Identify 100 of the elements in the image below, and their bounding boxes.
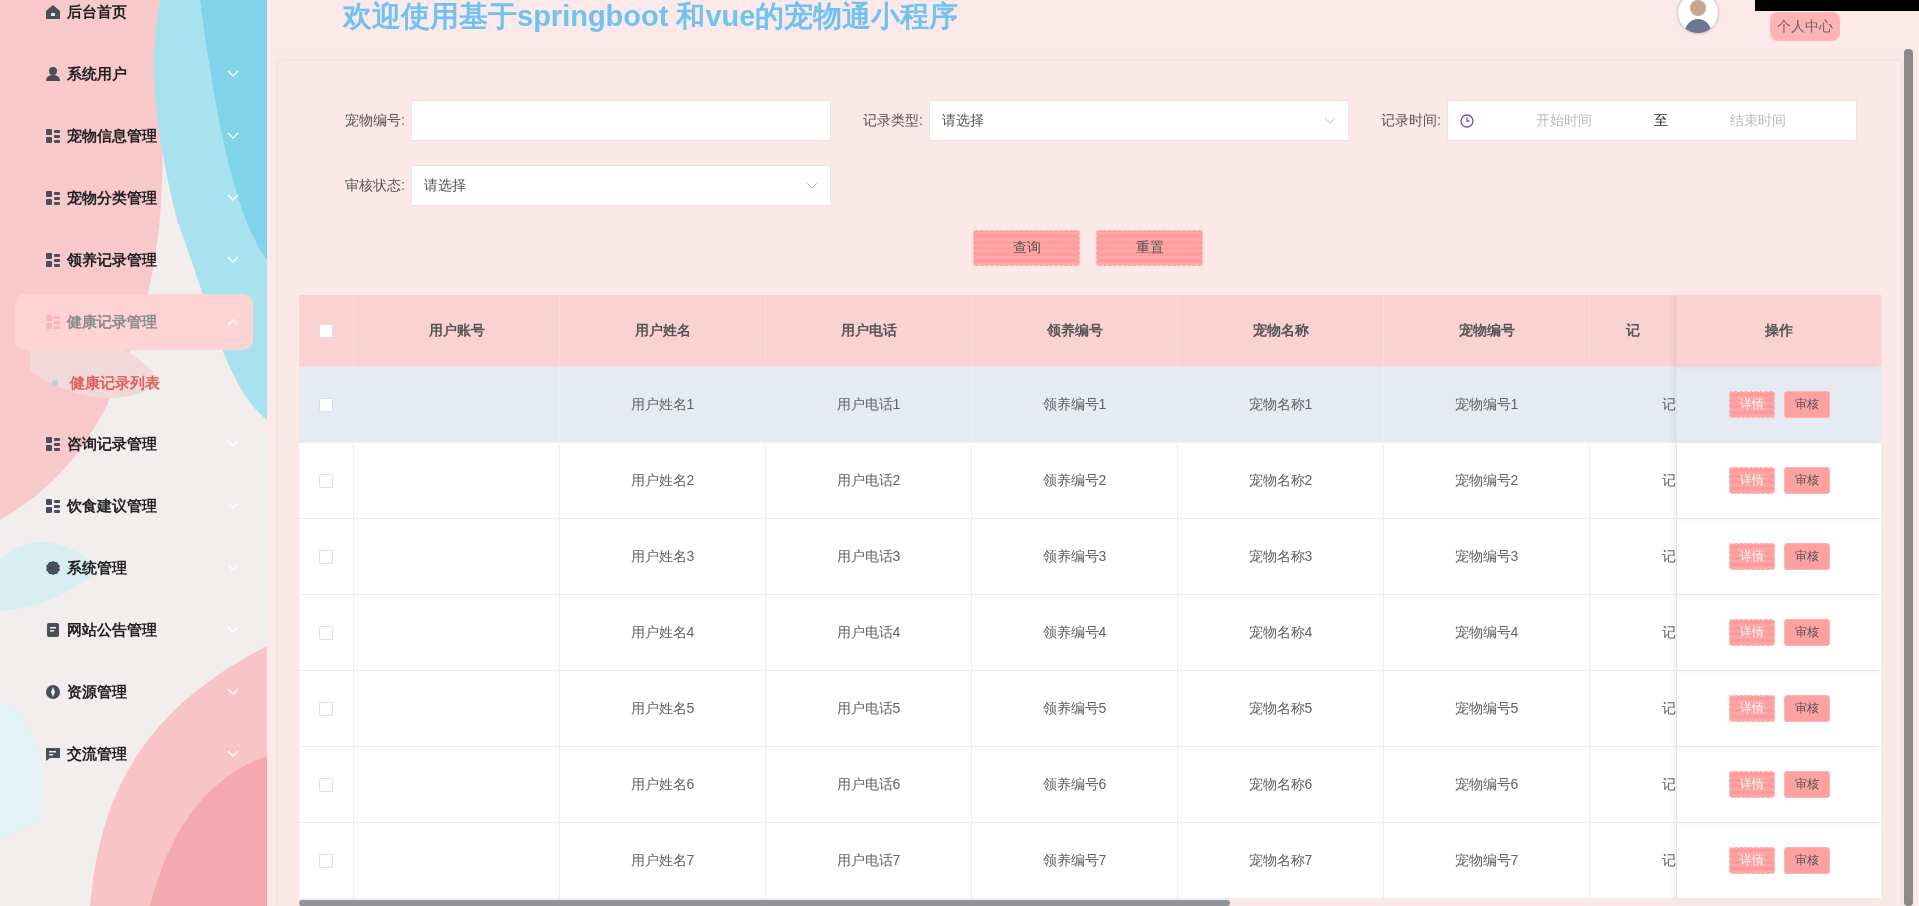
column-header: 宠物名称 (1178, 295, 1384, 367)
chevron-down-icon (227, 70, 239, 78)
table-cell: 用户姓名3 (630, 547, 695, 566)
column-header: 用户电话 (766, 295, 972, 367)
chevron-up-icon (227, 318, 239, 326)
page-title: 欢迎使用基于springboot 和vue的宠物通小程序 (343, 0, 959, 34)
review-button[interactable]: 审核 (1783, 543, 1830, 570)
compass-icon (45, 684, 61, 700)
table-cell: 用户电话3 (836, 547, 901, 566)
chevron-down-icon (227, 194, 239, 202)
table-cell: 领养编号4 (1042, 623, 1107, 642)
chevron-down-icon (227, 750, 239, 758)
checkbox[interactable] (319, 473, 333, 488)
table-cell: 用户姓名4 (630, 623, 695, 642)
sidebar-item[interactable]: 交流管理 (15, 726, 253, 782)
table-cell: 记 (1662, 395, 1676, 414)
table-cell: 记 (1662, 471, 1676, 490)
table-cell: 用户姓名5 (630, 699, 695, 718)
reset-button[interactable]: 重置 (1096, 230, 1203, 266)
table-cell: 宠物名称4 (1248, 623, 1313, 642)
table-cell: 记 (1662, 775, 1676, 794)
input-field[interactable] (411, 100, 831, 141)
table-cell: 用户电话5 (836, 699, 901, 718)
review-button[interactable]: 审核 (1783, 391, 1830, 418)
table-row[interactable]: 用户姓名6 用户电话6 领养编号6 宠物名称6 宠物编号6 记 详情 审核 (299, 747, 1881, 823)
table-cell: 领养编号5 (1042, 699, 1107, 718)
table-cell: 用户电话2 (836, 471, 901, 490)
sidebar-item[interactable]: 宠物分类管理 (15, 170, 253, 226)
table-cell: 领养编号6 (1042, 775, 1107, 794)
table-cell: 用户姓名7 (630, 851, 695, 870)
table-cell: 宠物编号7 (1454, 851, 1519, 870)
review-button[interactable]: 审核 (1783, 847, 1830, 874)
table-cell: 宠物名称1 (1248, 395, 1313, 414)
table-cell: 记 (1662, 623, 1676, 642)
sidebar-item[interactable]: 网站公告管理 (15, 602, 253, 658)
select-field[interactable]: 请选择 (929, 100, 1349, 141)
review-button[interactable]: 审核 (1783, 695, 1830, 722)
sidebar-item[interactable]: 资源管理 (15, 664, 253, 720)
date-range-field[interactable]: 开始时间 至 结束时间 (1447, 100, 1857, 141)
filter-label: 审核状态: (344, 176, 405, 195)
sidebar-item[interactable]: 领养记录管理 (15, 232, 253, 288)
document-icon (45, 622, 61, 638)
filter-label: 记录类型: (862, 111, 923, 130)
review-button[interactable]: 审核 (1783, 771, 1830, 798)
checkbox[interactable] (319, 549, 333, 564)
review-button[interactable]: 审核 (1783, 619, 1830, 646)
table-cell: 记 (1662, 851, 1676, 870)
grid-icon (45, 190, 61, 206)
scrollbar[interactable] (1904, 49, 1913, 906)
table-cell: 宠物名称5 (1248, 699, 1313, 718)
table-cell: 宠物编号3 (1454, 547, 1519, 566)
table-cell: 用户姓名2 (630, 471, 695, 490)
table-row[interactable]: 用户姓名7 用户电话7 领养编号7 宠物名称7 宠物编号7 记 详情 审核 (299, 823, 1881, 899)
chevron-down-icon (227, 256, 239, 264)
checkbox[interactable] (319, 397, 333, 412)
sidebar-item[interactable]: 系统管理 (15, 540, 253, 596)
sidebar-item[interactable]: 宠物信息管理 (15, 108, 253, 164)
checkbox[interactable] (319, 701, 333, 716)
avatar[interactable] (1678, 0, 1718, 33)
grid-icon (45, 252, 61, 268)
sidebar-item[interactable]: 系统用户 (15, 46, 253, 102)
search-button[interactable]: 查询 (973, 230, 1080, 266)
table-row[interactable]: 用户姓名2 用户电话2 领养编号2 宠物名称2 宠物编号2 记 详情 审核 (299, 443, 1881, 519)
table-row[interactable]: 用户姓名3 用户电话3 领养编号3 宠物名称3 宠物编号3 记 详情 审核 (299, 519, 1881, 595)
checkbox[interactable] (319, 323, 333, 338)
sidebar-item[interactable]: 后台首页 (15, 0, 253, 40)
profile-button[interactable]: 个人中心 (1770, 12, 1840, 41)
table-cell: 记 (1662, 699, 1676, 718)
table-cell: 用户姓名1 (630, 395, 695, 414)
table-cell: 宠物编号6 (1454, 775, 1519, 794)
column-header: 操作 (1677, 295, 1882, 367)
table-cell: 用户电话1 (836, 395, 901, 414)
table-cell: 宠物名称3 (1248, 547, 1313, 566)
table-cell: 记 (1662, 547, 1676, 566)
table-row[interactable]: 用户姓名5 用户电话5 领养编号5 宠物名称5 宠物编号5 记 详情 审核 (299, 671, 1881, 747)
table-row[interactable]: 用户姓名1 用户电话1 领养编号1 宠物名称1 宠物编号1 记 详情 审核 (299, 367, 1881, 443)
table-cell: 领养编号1 (1042, 395, 1107, 414)
checkbox[interactable] (319, 777, 333, 792)
table-cell: 用户姓名6 (630, 775, 695, 794)
gear-icon (45, 560, 61, 576)
chevron-down-icon (227, 688, 239, 696)
table-cell: 领养编号3 (1042, 547, 1107, 566)
column-header: 宠物编号 (1384, 295, 1590, 367)
scrollbar[interactable] (299, 900, 1230, 906)
table-cell: 领养编号2 (1042, 471, 1107, 490)
sidebar-item[interactable]: 咨询记录管理 (15, 416, 253, 472)
column-header: 用户账号 (354, 295, 560, 367)
grid-icon (45, 436, 61, 452)
sidebar-item[interactable]: 饮食建议管理 (15, 478, 253, 534)
table-cell: 宠物编号5 (1454, 699, 1519, 718)
review-button[interactable]: 审核 (1783, 467, 1830, 494)
table-cell: 用户电话7 (836, 851, 901, 870)
table-cell: 用户电话6 (836, 775, 901, 794)
select-field[interactable]: 请选择 (411, 165, 831, 206)
checkbox[interactable] (319, 625, 333, 640)
table-cell: 宠物名称7 (1248, 851, 1313, 870)
filter-label: 宠物编号: (344, 111, 405, 130)
checkbox[interactable] (319, 853, 333, 868)
table-row[interactable]: 用户姓名4 用户电话4 领养编号4 宠物名称4 宠物编号4 记 详情 审核 (299, 595, 1881, 671)
chat-icon (45, 746, 61, 762)
